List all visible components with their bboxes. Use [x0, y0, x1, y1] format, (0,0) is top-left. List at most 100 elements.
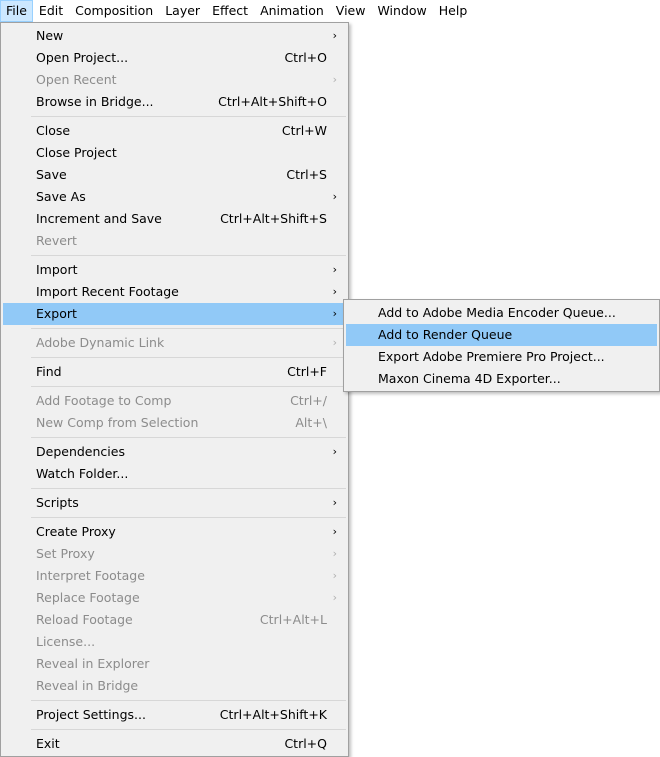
- menu-edit[interactable]: Edit: [33, 0, 69, 22]
- menu-item-label: New Comp from Selection: [36, 415, 199, 430]
- menu-item-label: Import Recent Footage: [36, 284, 179, 299]
- file-menu-dropdown: New › Open Project... Ctrl+O Open Recent…: [0, 22, 349, 757]
- menu-separator: [31, 116, 346, 117]
- menu-item-set-proxy: Set Proxy ›: [3, 543, 346, 565]
- menu-item-open-recent: Open Recent ›: [3, 69, 346, 91]
- shortcut-label: Ctrl+S: [286, 167, 327, 182]
- menu-item-label: Export Adobe Premiere Pro Project...: [378, 349, 605, 364]
- menu-item-label: New: [36, 28, 64, 43]
- shortcut-label: Ctrl+Alt+Shift+O: [218, 94, 327, 109]
- menu-item-label: Reveal in Explorer: [36, 656, 150, 671]
- menu-item-export[interactable]: Export ›: [3, 303, 346, 325]
- menu-item-label: Project Settings...: [36, 707, 146, 722]
- menu-animation[interactable]: Animation: [254, 0, 330, 22]
- menu-item-save-as[interactable]: Save As ›: [3, 186, 346, 208]
- chevron-right-icon: ›: [332, 29, 337, 42]
- shortcut-label: Ctrl+Alt+Shift+K: [219, 707, 327, 722]
- shortcut-label: Ctrl+Alt+L: [259, 612, 327, 627]
- menu-item-save[interactable]: Save Ctrl+S: [3, 164, 346, 186]
- menu-help[interactable]: Help: [433, 0, 474, 22]
- shortcut-label: Alt+\: [295, 415, 327, 430]
- menu-item-adobe-dynamic-link: Adobe Dynamic Link ›: [3, 332, 346, 354]
- shortcut-label: Ctrl+Alt+Shift+S: [220, 211, 327, 226]
- shortcut-label: Ctrl+/: [290, 393, 327, 408]
- menu-view[interactable]: View: [330, 0, 372, 22]
- menu-separator: [31, 328, 346, 329]
- menu-item-create-proxy[interactable]: Create Proxy ›: [3, 521, 346, 543]
- menu-separator: [31, 517, 346, 518]
- menu-item-new-comp-from-selection: New Comp from Selection Alt+\: [3, 412, 346, 434]
- menu-separator: [31, 729, 346, 730]
- menu-item-project-settings[interactable]: Project Settings... Ctrl+Alt+Shift+K: [3, 704, 346, 726]
- menu-item-open-project[interactable]: Open Project... Ctrl+O: [3, 47, 346, 69]
- menu-item-label: Close Project: [36, 145, 117, 160]
- menu-item-exit[interactable]: Exit Ctrl+Q: [3, 733, 346, 755]
- chevron-right-icon: ›: [332, 569, 337, 582]
- menu-item-label: Revert: [36, 233, 77, 248]
- menu-item-close-project[interactable]: Close Project: [3, 142, 346, 164]
- menu-item-label: Reveal in Bridge: [36, 678, 139, 693]
- menu-item-browse-in-bridge[interactable]: Browse in Bridge... Ctrl+Alt+Shift+O: [3, 91, 346, 113]
- menu-item-new[interactable]: New ›: [3, 25, 346, 47]
- menu-item-label: Replace Footage: [36, 590, 140, 605]
- submenu-item-add-to-render-queue[interactable]: Add to Render Queue: [346, 324, 657, 346]
- submenu-item-export-premiere-pro-project[interactable]: Export Adobe Premiere Pro Project...: [346, 346, 657, 368]
- menu-item-reload-footage: Reload Footage Ctrl+Alt+L: [3, 609, 346, 631]
- submenu-item-cinema-4d-exporter[interactable]: Maxon Cinema 4D Exporter...: [346, 368, 657, 390]
- menu-item-label: Increment and Save: [36, 211, 162, 226]
- chevron-right-icon: ›: [332, 525, 337, 538]
- menu-item-watch-folder[interactable]: Watch Folder...: [3, 463, 346, 485]
- menu-separator: [31, 255, 346, 256]
- chevron-right-icon: ›: [332, 591, 337, 604]
- chevron-right-icon: ›: [332, 307, 337, 320]
- menu-item-label: Adobe Dynamic Link: [36, 335, 165, 350]
- menu-item-label: Open Project...: [36, 50, 129, 65]
- menu-separator: [31, 488, 346, 489]
- menu-item-label: Scripts: [36, 495, 79, 510]
- menu-item-import-recent-footage[interactable]: Import Recent Footage ›: [3, 281, 346, 303]
- export-submenu: Add to Adobe Media Encoder Queue... Add …: [343, 299, 660, 392]
- menu-window[interactable]: Window: [371, 0, 432, 22]
- menu-layer[interactable]: Layer: [159, 0, 206, 22]
- menu-item-label: Add to Render Queue: [378, 327, 513, 342]
- menu-item-scripts[interactable]: Scripts ›: [3, 492, 346, 514]
- menu-effect[interactable]: Effect: [206, 0, 254, 22]
- menu-bar: File Edit Composition Layer Effect Anima…: [0, 0, 660, 22]
- menu-item-label: License...: [36, 634, 96, 649]
- menu-item-revert: Revert: [3, 230, 346, 252]
- menu-item-label: Set Proxy: [36, 546, 95, 561]
- menu-item-increment-and-save[interactable]: Increment and Save Ctrl+Alt+Shift+S: [3, 208, 346, 230]
- menu-item-import[interactable]: Import ›: [3, 259, 346, 281]
- chevron-right-icon: ›: [332, 285, 337, 298]
- menu-item-dependencies[interactable]: Dependencies ›: [3, 441, 346, 463]
- chevron-right-icon: ›: [332, 336, 337, 349]
- menu-item-label: Import: [36, 262, 78, 277]
- chevron-right-icon: ›: [332, 190, 337, 203]
- shortcut-label: Ctrl+Q: [284, 736, 327, 751]
- menu-item-interpret-footage: Interpret Footage ›: [3, 565, 346, 587]
- menu-item-label: Close: [36, 123, 71, 138]
- menu-item-label: Add Footage to Comp: [36, 393, 172, 408]
- menu-file[interactable]: File: [0, 0, 33, 22]
- menu-item-reveal-in-explorer: Reveal in Explorer: [3, 653, 346, 675]
- menu-item-license: License...: [3, 631, 346, 653]
- chevron-right-icon: ›: [332, 496, 337, 509]
- shortcut-label: Ctrl+F: [287, 364, 327, 379]
- menu-item-label: Open Recent: [36, 72, 117, 87]
- menu-item-replace-footage: Replace Footage ›: [3, 587, 346, 609]
- menu-item-add-footage-to-comp: Add Footage to Comp Ctrl+/: [3, 390, 346, 412]
- menu-item-label: Browse in Bridge...: [36, 94, 154, 109]
- menu-item-label: Exit: [36, 736, 60, 751]
- menu-item-label: Create Proxy: [36, 524, 116, 539]
- chevron-right-icon: ›: [332, 73, 337, 86]
- menu-separator: [31, 700, 346, 701]
- menu-separator: [31, 357, 346, 358]
- shortcut-label: Ctrl+W: [281, 123, 327, 138]
- submenu-item-add-to-media-encoder-queue[interactable]: Add to Adobe Media Encoder Queue...: [346, 302, 657, 324]
- menu-item-label: Maxon Cinema 4D Exporter...: [378, 371, 561, 386]
- menu-item-close[interactable]: Close Ctrl+W: [3, 120, 346, 142]
- chevron-right-icon: ›: [332, 445, 337, 458]
- menu-item-find[interactable]: Find Ctrl+F: [3, 361, 346, 383]
- menu-separator: [31, 437, 346, 438]
- menu-composition[interactable]: Composition: [69, 0, 159, 22]
